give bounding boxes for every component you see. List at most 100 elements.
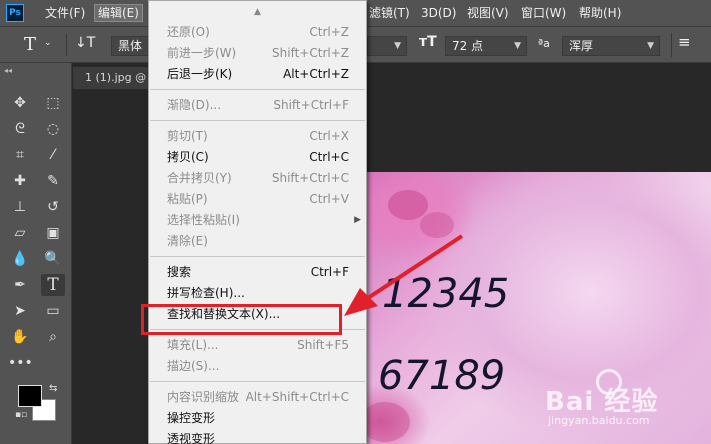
font-family-value: 黑体 xyxy=(118,39,143,53)
edit-menu-item[interactable]: 渐隐(D)... Shift+Ctrl+F xyxy=(149,95,366,116)
default-colors-icon[interactable]: ▪▫ xyxy=(15,410,27,420)
rectangle-tool-icon[interactable]: ▭ xyxy=(41,300,65,322)
more-tools-icon[interactable]: ••• xyxy=(8,352,33,374)
font-size-value: 72 点 xyxy=(452,39,484,53)
zoom-tool-icon[interactable]: ⌕ xyxy=(41,326,65,348)
menu-item-shortcut: Ctrl+C xyxy=(309,150,349,164)
edit-menu-item[interactable]: 前进一步(W) Shift+Ctrl+Z xyxy=(149,43,366,64)
menu-item-label: 透视变形 xyxy=(167,432,216,444)
path-select-tool-icon[interactable]: ➤ xyxy=(8,300,32,322)
edit-menu-item[interactable]: 合并拷贝(Y) Shift+Ctrl+C xyxy=(149,168,366,189)
menu-item-shortcut: Ctrl+X xyxy=(309,129,349,143)
edit-menu-item[interactable]: 粘贴(P) Ctrl+V xyxy=(149,189,366,210)
menu-item-shortcut: Alt+Shift+Ctrl+C xyxy=(245,390,349,404)
gradient-tool-icon[interactable]: ▣ xyxy=(41,222,65,244)
menu-item-shortcut: Shift+Ctrl+F xyxy=(273,98,349,112)
flower-petal xyxy=(388,190,428,220)
scroll-up-icon[interactable]: ▲ xyxy=(149,2,366,22)
menu-window[interactable]: 窗口(W) xyxy=(518,4,569,22)
edit-menu-item[interactable]: 操控变形 xyxy=(149,408,366,429)
hand-tool-icon[interactable]: ✋ xyxy=(8,326,32,348)
healing-brush-tool-icon[interactable]: ✚ xyxy=(8,170,32,192)
baidu-paw-logo-icon xyxy=(596,369,622,395)
menu-item-label: 渐隐(D)... xyxy=(167,98,222,112)
type-tool-icon[interactable]: T xyxy=(41,274,65,296)
menu-help[interactable]: 帮助(H) xyxy=(576,4,624,22)
menu-item-label: 剪切(T) xyxy=(167,129,208,143)
crop-tool-icon[interactable]: ⌗ xyxy=(8,144,32,166)
eraser-tool-icon[interactable]: ▱ xyxy=(8,222,32,244)
menu-item-shortcut: Shift+Ctrl+Z xyxy=(272,46,349,60)
menu-item-shortcut: Ctrl+F xyxy=(310,265,349,279)
menu-edit[interactable]: 编辑(E) xyxy=(94,4,143,22)
swap-colors-icon[interactable]: ⇆ xyxy=(49,383,57,394)
menu-item-label: 搜索 xyxy=(167,265,192,279)
menu-item-shortcut: Ctrl+Z xyxy=(309,25,349,39)
menu-item-label: 拼写检查(H)... xyxy=(167,286,245,300)
clone-stamp-tool-icon[interactable]: ⊥ xyxy=(8,196,32,218)
menu-item-shortcut: Shift+F5 xyxy=(297,338,349,352)
edit-menu-item[interactable]: 内容识别缩放 Alt+Shift+Ctrl+C xyxy=(149,387,366,408)
collapse-panel-icon[interactable]: ◂◂ xyxy=(4,66,12,75)
blur-tool-icon[interactable]: 💧 xyxy=(8,248,32,270)
menu-3d[interactable]: 3D(D) xyxy=(418,4,459,22)
font-family-select[interactable]: 黑体 xyxy=(111,36,151,56)
font-style-select[interactable]: ▼ xyxy=(367,36,407,56)
font-size-icon: ᴛT xyxy=(419,34,437,50)
photoshop-logo-icon[interactable]: Ps xyxy=(6,4,24,22)
antialias-value: 浑厚 xyxy=(569,39,594,53)
canvas-text-line-2[interactable]: 67189 xyxy=(378,353,505,399)
menu-view[interactable]: 视图(V) xyxy=(464,4,512,22)
menu-item-label: 清除(E) xyxy=(167,234,208,248)
menu-item-label: 填充(L)... xyxy=(167,338,219,352)
menu-file[interactable]: 文件(F) xyxy=(42,4,88,22)
foreground-color-swatch[interactable] xyxy=(18,385,42,407)
edit-menu-item[interactable]: 搜索 Ctrl+F xyxy=(149,262,366,283)
antialias-select[interactable]: 浑厚 ▼ xyxy=(562,36,660,56)
dodge-tool-icon[interactable]: 🔍 xyxy=(41,248,65,270)
tool-preset-chevron-icon[interactable]: ⌄ xyxy=(44,38,52,48)
menu-filter[interactable]: 滤镜(T) xyxy=(366,4,413,22)
menu-item-shortcut: Shift+Ctrl+C xyxy=(271,171,349,185)
move-tool-icon[interactable]: ✥ xyxy=(8,92,32,114)
edit-menu-dropdown: ▲ 还原(O) Ctrl+Z 前进一步(W) Shift+Ctrl+Z 后退一步(K) A… xyxy=(148,0,367,444)
menu-item-label: 选择性粘贴(I) xyxy=(167,213,240,227)
menu-item-label: 粘贴(P) xyxy=(167,192,208,206)
brush-tool-icon[interactable]: ✎ xyxy=(41,170,65,192)
edit-menu-item[interactable]: 描边(S)... xyxy=(149,356,366,377)
edit-menu-item[interactable]: 透视变形 xyxy=(149,429,366,444)
edit-menu-item[interactable]: 拷贝(C) Ctrl+C xyxy=(149,147,366,168)
edit-menu-item[interactable]: 拼写检查(H)... xyxy=(149,283,366,304)
document-tab[interactable]: 1 (1).jpg @ xyxy=(73,67,151,89)
edit-menu-item[interactable]: 剪切(T) Ctrl+X xyxy=(149,126,366,147)
antialias-icon: ªa xyxy=(538,37,550,50)
menu-item-shortcut: Alt+Ctrl+Z xyxy=(283,67,349,81)
type-tool-icon[interactable]: T xyxy=(24,34,36,55)
edit-menu-item[interactable]: 后退一步(K) Alt+Ctrl+Z xyxy=(149,64,366,85)
chevron-down-icon: ▼ xyxy=(394,41,401,51)
edit-menu-item[interactable]: 选择性粘贴(I) ▶ xyxy=(149,210,366,231)
divider xyxy=(671,33,672,57)
menu-item-label: 描边(S)... xyxy=(167,359,220,373)
quick-select-tool-icon[interactable]: ◌ xyxy=(41,118,65,140)
edit-menu-item[interactable]: 填充(L)... Shift+F5 xyxy=(149,335,366,356)
font-size-select[interactable]: 72 点 ▼ xyxy=(445,36,527,56)
submenu-arrow-icon: ▶ xyxy=(354,215,361,225)
edit-menu-item[interactable]: 还原(O) Ctrl+Z xyxy=(149,22,366,43)
chevron-down-icon: ▼ xyxy=(514,41,521,51)
canvas-text-line-1[interactable]: 12345 xyxy=(382,271,509,317)
divider xyxy=(66,34,67,56)
menu-item-shortcut: Ctrl+V xyxy=(309,192,349,206)
watermark-url: jingyan.baidu.com xyxy=(548,414,650,427)
menu-separator xyxy=(150,89,365,90)
text-orientation-icon[interactable]: ↓T xyxy=(75,35,95,51)
edit-menu-item[interactable]: 清除(E) xyxy=(149,231,366,252)
history-brush-tool-icon[interactable]: ↺ xyxy=(41,196,65,218)
menu-item-label: 还原(O) xyxy=(167,25,210,39)
marquee-tool-icon[interactable]: ⬚ xyxy=(41,92,65,114)
eyedropper-tool-icon[interactable]: ⁄ xyxy=(41,144,65,166)
lasso-tool-icon[interactable]: ᘓ xyxy=(8,118,32,140)
menu-item-label: 合并拷贝(Y) xyxy=(167,171,232,185)
align-left-icon[interactable]: ≡ xyxy=(678,33,691,51)
pen-tool-icon[interactable]: ✒ xyxy=(8,274,32,296)
